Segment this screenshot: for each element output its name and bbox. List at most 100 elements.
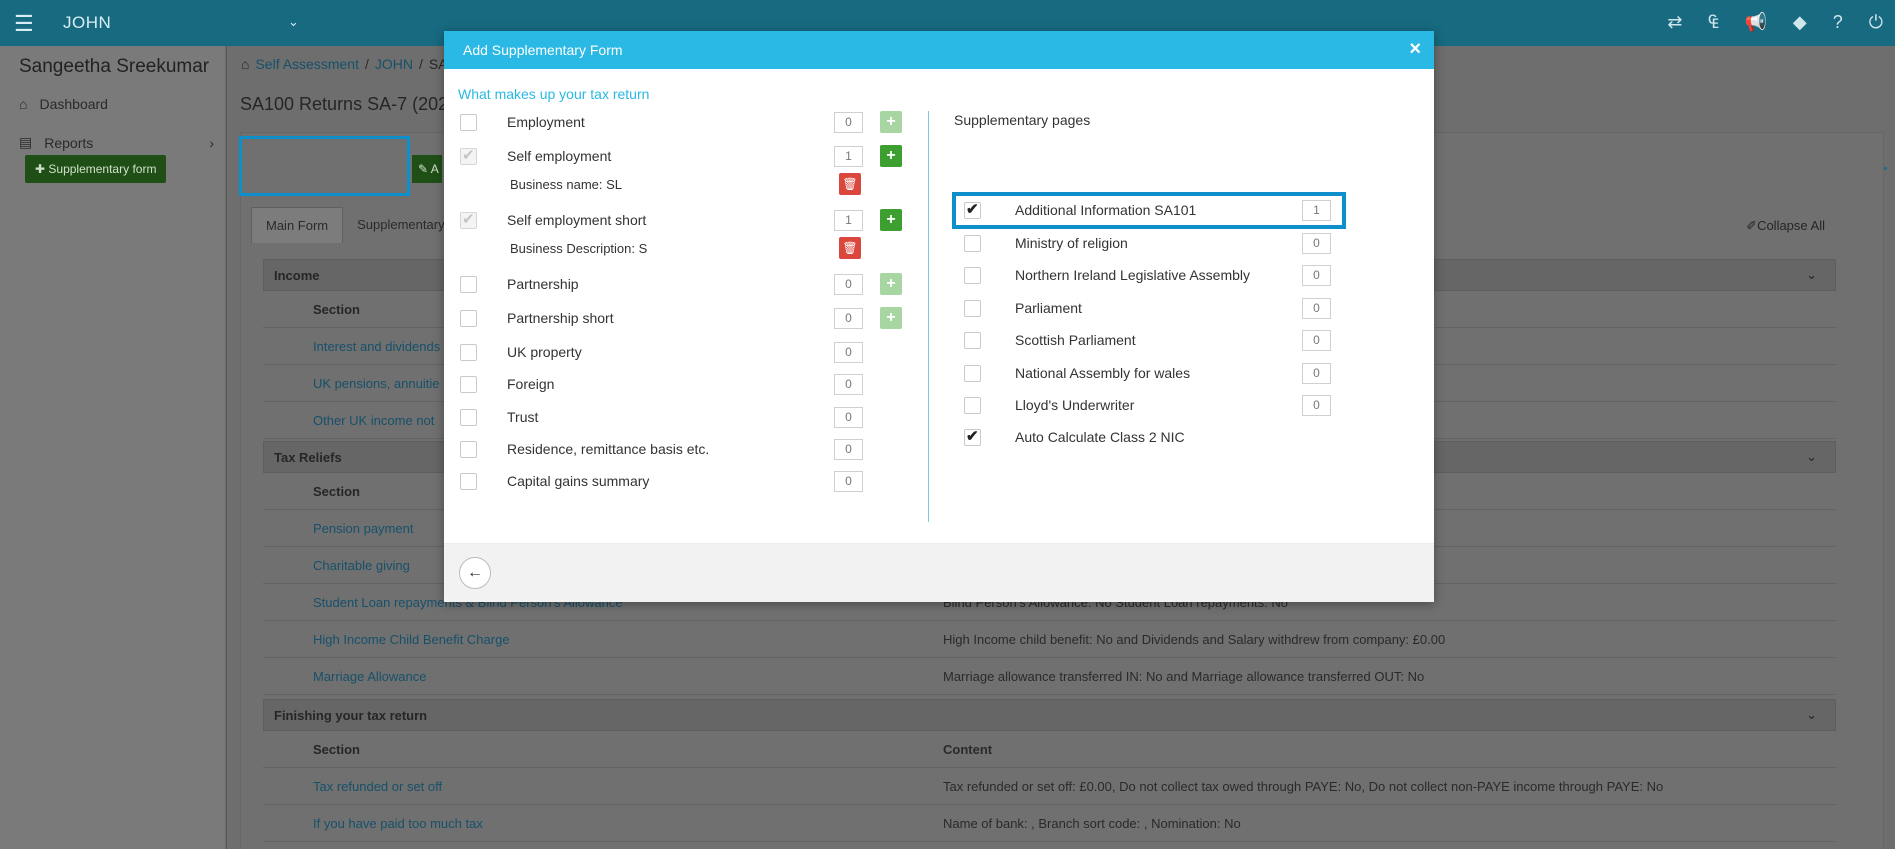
item-label: Scottish Parliament [1015,332,1136,348]
power-icon[interactable]: ⏻ [1869,12,1883,33]
section-content: Name of bank: , Branch sort code: , Nomi… [943,816,1241,831]
partnership-count[interactable]: 0 [834,274,863,295]
ministry-of-religion-count[interactable]: 0 [1302,233,1331,254]
section-link[interactable]: Tax refunded or set off [313,779,442,794]
partnership-short-count[interactable]: 0 [834,308,863,329]
additional-info-checkbox[interactable]: ✔ [964,201,981,219]
page-title: SA100 Returns SA-7 (2023 [240,94,459,114]
residence-count[interactable]: 0 [834,439,863,460]
trust-row: Trust [460,407,538,427]
lloyds-underwriter-count[interactable]: 0 [1302,395,1331,416]
tag-icon[interactable]: ◆ [1793,12,1807,33]
section-link[interactable]: Other UK income not [313,413,434,428]
uk-property-checkbox[interactable] [460,343,477,361]
section-link[interactable]: UK pensions, annuitie [313,376,439,391]
section-header-finishing[interactable]: Finishing your tax return ⌄ [263,699,1836,731]
back-button[interactable]: ← [459,557,491,589]
supplementary-form-button[interactable]: ✚ Supplementary form [25,155,167,183]
chevron-right-icon: › [209,134,214,151]
sidebar-item-dashboard[interactable]: ⌂ Dashboard [19,96,214,112]
hamburger-menu-icon[interactable]: ☰ [14,11,34,37]
help-icon[interactable]: ? [1833,12,1843,33]
scottish-parliament-row: Scottish Parliament [964,330,1136,350]
item-label: UK property [507,344,582,360]
add-employment-button[interactable]: + [880,111,902,133]
wales-assembly-count[interactable]: 0 [1302,363,1331,384]
add-partnership-button[interactable]: + [880,273,902,295]
tab-main-form[interactable]: Main Form [251,207,344,243]
additional-info-count[interactable]: 1 [1302,200,1331,221]
partnership-short-checkbox[interactable] [460,309,477,327]
section-link[interactable]: If you have paid too much tax [313,816,483,831]
self-employment-count[interactable]: 1 [834,146,863,167]
section-link[interactable]: Charitable giving [313,558,410,573]
foreign-checkbox[interactable] [460,375,477,393]
button-label: A [430,162,439,176]
section-title: Finishing your tax return [274,708,428,723]
employment-count[interactable]: 0 [834,112,863,133]
delete-business-button[interactable]: 🗑 [839,173,861,195]
collapse-all-link[interactable]: ✐Collapse All [1746,218,1825,234]
table-row: Marriage Allowance Marriage allowance tra… [263,658,1836,695]
section-link[interactable]: Marriage Allowance [313,669,426,684]
tab-supplementary[interactable]: Supplementary [343,207,458,243]
parliament-checkbox[interactable] [964,299,981,317]
wales-assembly-checkbox[interactable] [964,364,981,382]
partnership-row: Partnership [460,274,579,294]
lloyds-underwriter-checkbox[interactable] [964,396,981,414]
chevron-down-icon[interactable]: ⌄ [288,14,299,30]
partnership-checkbox[interactable] [460,275,477,293]
residence-checkbox[interactable] [460,440,477,458]
scottish-parliament-count[interactable]: 0 [1302,330,1331,351]
foreign-count[interactable]: 0 [834,374,863,395]
scottish-parliament-checkbox[interactable] [964,331,981,349]
uk-property-count[interactable]: 0 [834,342,863,363]
breadcrumb-item[interactable]: JOHN [375,56,413,72]
home-icon: ⌂ [19,96,28,112]
add-self-employment-button[interactable]: + [880,145,902,167]
collapse-label: Collapse All [1757,218,1825,233]
breadcrumb-item[interactable]: Self Assessment [255,56,359,72]
table-row: Tax refunded or set off Tax refunded or s… [263,768,1836,805]
lloyds-underwriter-row: Lloyd's Underwriter [964,395,1134,415]
sidebar-item-reports[interactable]: ▤ Reports › [19,134,214,151]
ni-assembly-count[interactable]: 0 [1302,265,1331,286]
section-link[interactable]: Interest and dividends [313,339,440,354]
client-selector[interactable]: JOHN [63,13,111,33]
capital-gains-count[interactable]: 0 [834,471,863,492]
attach-button[interactable]: ✎ A [412,155,442,183]
additional-info-row: ✔ Additional Information SA101 [964,200,1196,220]
section-content: High Income child benefit: No and Divide… [943,632,1446,647]
delete-business-short-button[interactable]: 🗑 [839,237,861,259]
ni-assembly-checkbox[interactable] [964,266,981,284]
currency-icon[interactable]: ₠ [1708,12,1718,33]
announcement-icon[interactable]: 📢 [1744,12,1766,33]
plus-icon: ✚ [35,162,49,176]
parliament-count[interactable]: 0 [1302,298,1331,319]
close-icon[interactable]: × [1409,38,1421,61]
item-label: Capital gains summary [507,473,650,489]
section-content: Tax refunded or set off: £0.00, Do not c… [943,779,1664,794]
section-content: Marriage allowance transferred IN: No an… [943,669,1425,684]
section-link[interactable]: High Income Child Benefit Charge [313,632,510,647]
employment-checkbox[interactable] [460,113,477,131]
self-employment-short-checkbox[interactable]: ✔ [460,211,477,229]
ni-assembly-row: Northern Ireland Legislative Assembly [964,265,1250,285]
item-label: Partnership [507,276,579,292]
column-header: Content [943,742,993,757]
home-icon[interactable]: ⌂ [241,56,249,72]
trust-count[interactable]: 0 [834,407,863,428]
switch-icon[interactable]: ⇄ [1667,12,1682,33]
highlight-box [239,136,410,196]
button-label: Supplementary form [48,162,157,176]
add-partnership-short-button[interactable]: + [880,307,902,329]
trust-checkbox[interactable] [460,408,477,426]
self-employment-short-count[interactable]: 1 [834,210,863,231]
self-employment-checkbox[interactable]: ✔ [460,147,477,165]
ministry-of-religion-checkbox[interactable] [964,234,981,252]
column-header: Section [313,484,360,499]
add-self-employment-short-button[interactable]: + [880,209,902,231]
capital-gains-checkbox[interactable] [460,472,477,490]
auto-calc-nic-checkbox[interactable]: ✔ [964,428,981,446]
section-link[interactable]: Pension payment [313,521,413,536]
